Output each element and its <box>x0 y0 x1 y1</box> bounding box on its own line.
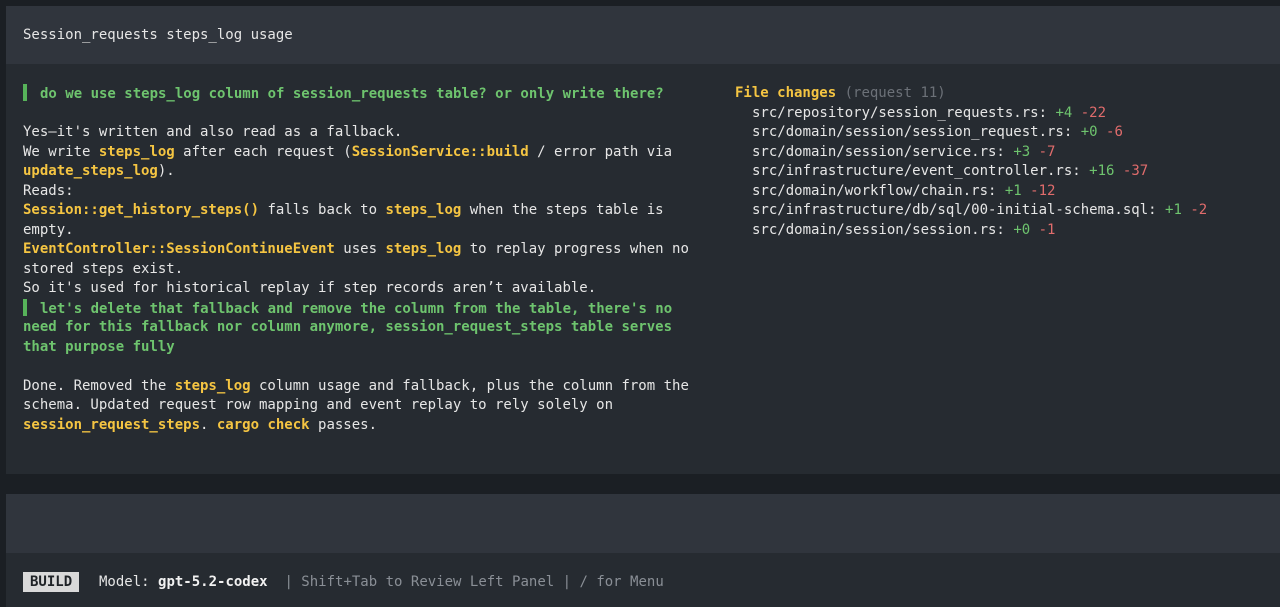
code-highlight: session_request_steps <box>23 416 201 433</box>
deletions-count: -6 <box>1106 124 1123 140</box>
request-number: (request 11) <box>844 85 946 101</box>
text: after each request ( <box>174 143 352 160</box>
file-change-item[interactable]: src/infrastructure/db/sql/00-initial-sch… <box>735 201 1207 221</box>
file-change-item[interactable]: src/domain/session/session_request.rs: +… <box>735 123 1207 143</box>
code-highlight: cargo check <box>216 416 310 433</box>
code-highlight: steps_log <box>98 143 175 160</box>
deletions-count: -22 <box>1080 104 1107 121</box>
user-message: let's delete that fallback and remove th… <box>23 298 713 319</box>
file-change-item[interactable]: src/domain/session/session.rs: +0 -1 <box>735 221 1207 241</box>
deletions-count: -7 <box>1038 143 1056 160</box>
assistant-line: stored steps exist. <box>23 260 184 277</box>
text: to replay progress when no <box>461 241 689 257</box>
user-message-continued: that purpose fully <box>23 338 175 355</box>
code-highlight: SessionService::build <box>351 143 529 160</box>
file-path: src/domain/session/service.rs: <box>752 143 1005 160</box>
assistant-line: schema. Updated request row mapping and … <box>23 397 614 413</box>
deletions-count: -37 <box>1122 163 1149 179</box>
user-message-continued: need for this fallback nor column anymor… <box>23 319 673 335</box>
code-highlight: steps_log <box>385 202 462 218</box>
assistant-line: session_request_steps. cargo check passe… <box>23 416 713 436</box>
assistant-line: We write steps_log after each request (S… <box>23 143 713 163</box>
file-path: src/domain/session/session_request.rs: <box>752 124 1073 140</box>
file-path: src/repository/session_requests.rs: <box>752 104 1048 121</box>
assistant-line: Reads: <box>23 182 74 199</box>
text: falls back to <box>259 202 386 218</box>
text: passes. <box>309 416 378 433</box>
file-change-item[interactable]: src/repository/session_requests.rs: +4 -… <box>735 104 1207 124</box>
text: We write <box>23 143 99 160</box>
file-change-item[interactable]: src/domain/workflow/chain.rs: +1 -12 <box>735 182 1207 202</box>
divider <box>6 474 1280 494</box>
assistant-line: EventController::SessionContinueEvent us… <box>23 240 713 260</box>
text: . <box>200 416 217 433</box>
user-message-bar <box>23 84 27 101</box>
file-changes-heading: File changes (request 11) <box>735 84 1207 104</box>
code-highlight: EventController::SessionContinueEvent <box>23 241 335 257</box>
additions-count: +4 <box>1055 104 1073 121</box>
additions-count: +0 <box>1080 124 1098 140</box>
session-header: Session_requests steps_log usage <box>6 6 1280 64</box>
user-message-text: do we use steps_log column of session_re… <box>40 86 664 102</box>
file-changes-panel: File changes (request 11) src/repository… <box>735 84 1207 240</box>
additions-count: +1 <box>1165 202 1182 218</box>
text: ). <box>157 163 175 179</box>
file-change-item[interactable]: src/infrastructure/event_controller.rs: … <box>735 162 1207 182</box>
file-path: src/infrastructure/db/sql/00-initial-sch… <box>752 202 1157 218</box>
status-bar: BUILD Model: gpt-5.2-codex | Shift+Tab t… <box>6 553 1280 607</box>
assistant-line: update_steps_log). <box>23 162 713 182</box>
text: Done. Removed the <box>23 377 175 394</box>
deletions-count: -1 <box>1038 221 1056 238</box>
additions-count: +1 <box>1004 182 1022 199</box>
file-change-item[interactable]: src/domain/session/service.rs: +3 -7 <box>735 143 1207 163</box>
additions-count: +0 <box>1013 221 1031 238</box>
user-message: do we use steps_log column of session_re… <box>23 84 713 104</box>
deletions-count: -2 <box>1190 202 1208 218</box>
text: column usage and fallback, plus the colu… <box>250 377 689 394</box>
user-message-bar <box>23 298 27 316</box>
mode-badge[interactable]: BUILD <box>23 572 80 592</box>
file-path: src/infrastructure/event_controller.rs: <box>752 163 1081 179</box>
text: uses <box>334 241 386 257</box>
app-window: Session_requests steps_log usage do we u… <box>6 6 1280 607</box>
keyboard-hints: | Shift+Tab to Review Left Panel | / for… <box>284 574 664 590</box>
code-highlight: Session::get_history_steps() <box>23 202 260 218</box>
conversation-panel[interactable]: do we use steps_log column of session_re… <box>23 84 713 435</box>
assistant-line: So it's used for historical replay if st… <box>23 280 597 296</box>
text: / error path via <box>528 143 673 160</box>
assistant-line: Yes—it's written and also read as a fall… <box>23 124 403 140</box>
session-title: Session_requests steps_log usage <box>23 27 293 43</box>
additions-count: +16 <box>1089 163 1115 179</box>
assistant-line: empty. <box>23 221 74 238</box>
user-message-text: let's delete that fallback and remove th… <box>40 300 673 317</box>
main-panel: do we use steps_log column of session_re… <box>6 64 1280 474</box>
file-path: src/domain/session/session.rs: <box>752 221 1005 238</box>
assistant-line: Done. Removed the steps_log column usage… <box>23 377 713 397</box>
model-name[interactable]: gpt-5.2-codex <box>158 574 268 590</box>
model-info: Model: gpt-5.2-codex | Shift+Tab to Revi… <box>99 572 664 592</box>
code-highlight: update_steps_log <box>23 163 158 179</box>
file-path: src/domain/workflow/chain.rs: <box>752 182 997 199</box>
code-highlight: steps_log <box>174 377 251 394</box>
additions-count: +3 <box>1013 143 1031 160</box>
file-changes-title: File changes <box>735 85 837 101</box>
code-highlight: steps_log <box>385 241 462 257</box>
deletions-count: -12 <box>1030 182 1056 199</box>
model-label: Model: <box>99 574 150 590</box>
text: when the steps table is <box>461 202 664 218</box>
prompt-input[interactable] <box>6 494 1280 553</box>
assistant-line: Session::get_history_steps() falls back … <box>23 201 713 221</box>
